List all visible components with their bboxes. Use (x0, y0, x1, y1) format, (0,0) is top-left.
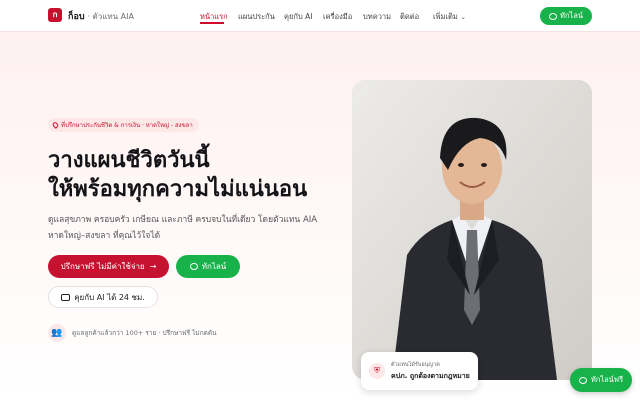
nav-item-contact[interactable]: ติดต่อ (400, 11, 419, 23)
chat-ai-button[interactable]: คุยกับ AI ได้ 24 ชม. (48, 286, 158, 308)
nav-item-chat-ai[interactable]: คุยกับ AI (284, 11, 312, 23)
nav-item-tools[interactable]: เครื่องมือ (323, 11, 352, 23)
brand-subtitle: · ตัวแทน AIA (87, 12, 134, 21)
trust-row: 👥 ดูแลลูกค้าแล้วกว่า 100+ ราย · ปรึกษาฟร… (48, 324, 217, 342)
floating-line-label: ทักไลน์ฟรี (590, 375, 624, 384)
chat-bubble-icon (578, 376, 587, 384)
logo-icon[interactable]: ก (48, 8, 62, 22)
nav-line-button[interactable]: ทักไลน์ (540, 7, 592, 25)
chat-bubble-icon (189, 263, 198, 270)
free-consult-button[interactable]: ปรึกษาฟรี ไม่มีค่าใช้จ่าย → (48, 255, 169, 278)
nav-item-plans[interactable]: แผนประกัน (238, 11, 275, 23)
chat-ai-label: คุยกับ AI ได้ 24 ชม. (74, 292, 145, 302)
hero-title-line-1: วางแผนชีวิตวันนี้ (48, 148, 210, 173)
map-pin-icon (51, 121, 60, 129)
robot-icon (61, 293, 71, 301)
floating-line-button[interactable]: ทักไลน์ฟรี (570, 368, 632, 392)
trust-text: ดูแลลูกค้าแล้วกว่า 100+ ราย · ปรึกษาฟรี … (72, 329, 217, 337)
badge-small-text: ตัวแทนได้รับอนุญาต (391, 361, 440, 368)
nav-item-more[interactable]: เพิ่มเติม ⌄ (433, 11, 466, 23)
brand-name: ก็อบ (68, 12, 85, 22)
nav-item-articles[interactable]: บทความ (363, 11, 391, 23)
license-badge: ⛨ ตัวแทนได้รับอนุญาต คปภ. ถูกต้องตามกฎหม… (361, 352, 478, 390)
users-icon: 👥 (48, 324, 66, 342)
nav-item-more-label: เพิ่มเติม (433, 12, 458, 21)
chevron-down-icon: ⌄ (460, 13, 467, 21)
tagline-text: ที่ปรึกษาประกันชีวิต & การเงิน · หาดใหญ่… (61, 122, 193, 129)
hero-line-button[interactable]: ทักไลน์ (176, 255, 240, 278)
hero-lead: ดูแลสุขภาพ ครอบครัว เกษียณ และภาษี ครบจบ… (48, 215, 318, 241)
brand[interactable]: ก็อบ · ตัวแทน AIA (68, 9, 134, 23)
agent-portrait-illustration (352, 80, 592, 380)
active-nav-underline (200, 22, 224, 24)
nav-line-button-label: ทักไลน์ (560, 11, 583, 20)
arrow-right-icon: → (149, 262, 157, 271)
badge-main-text: คปภ. ถูกต้องตามกฎหมาย (391, 371, 470, 380)
agent-photo (352, 80, 592, 380)
shield-icon: ⛨ (369, 363, 385, 379)
chat-bubble-icon (549, 12, 557, 20)
free-consult-label: ปรึกษาฟรี ไม่มีค่าใช้จ่าย (60, 262, 145, 271)
location-tagline: ที่ปรึกษาประกันชีวิต & การเงิน · หาดใหญ่… (48, 118, 199, 132)
hero-title-line-2: ให้พร้อมทุกความไม่แน่นอน (48, 177, 308, 202)
hero-line-label: ทักไลน์ (201, 262, 227, 271)
top-nav: ก ก็อบ · ตัวแทน AIA หน้าแรก แผนประกัน คุ… (0, 0, 640, 32)
hero-title: วางแผนชีวิตวันนี้ ให้พร้อมทุกความไม่แน่น… (48, 146, 307, 204)
